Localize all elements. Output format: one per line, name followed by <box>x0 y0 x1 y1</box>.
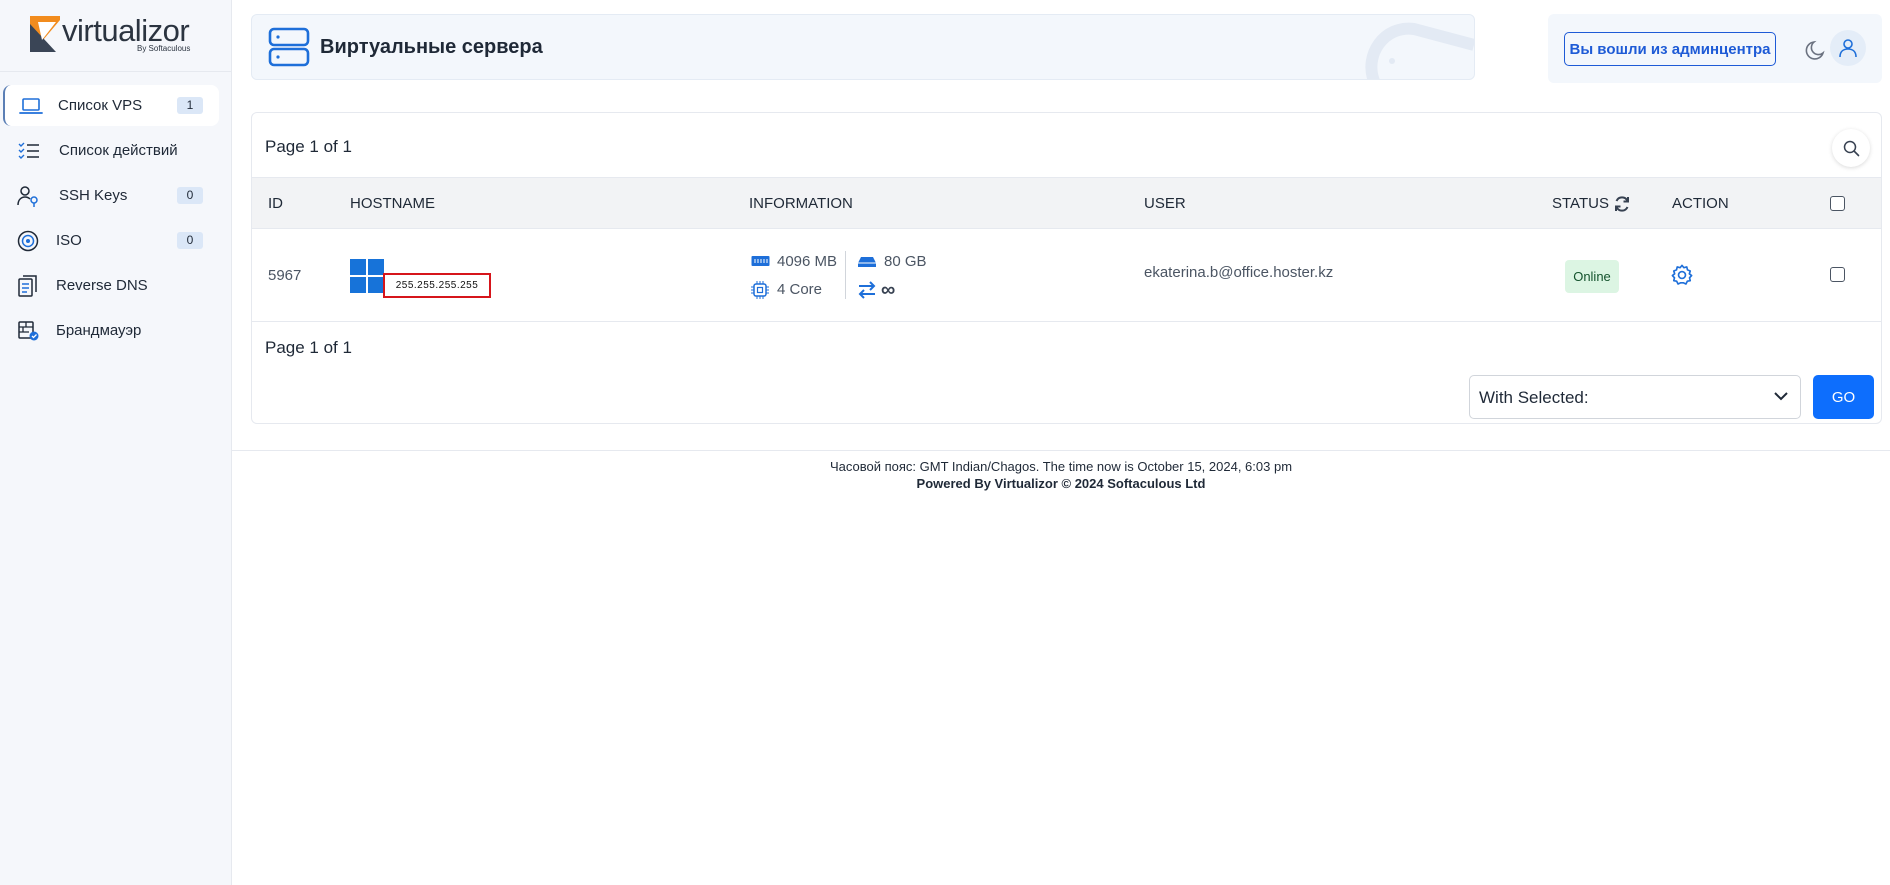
sidebar: virtualizor By Softaculous Список VPS 1 … <box>0 0 232 885</box>
laptop-icon <box>19 98 43 114</box>
virtualizor-logo-icon <box>30 16 60 52</box>
page-title: Виртуальные сервера <box>320 36 543 58</box>
checklist-icon <box>18 142 39 159</box>
refresh-icon[interactable] <box>1612 194 1632 214</box>
vps-disk: 80 GB <box>884 253 927 270</box>
disc-icon <box>17 230 39 252</box>
page-info-bottom: Page 1 of 1 <box>265 338 352 357</box>
with-selected-value: With Selected: <box>1479 388 1589 407</box>
vps-bandwidth: ∞ <box>881 279 896 301</box>
search-button[interactable] <box>1832 129 1870 167</box>
table-row: 5967 255.255.255.255 4096 MB 4 Core 80 G… <box>252 229 1881 322</box>
column-header-hostname: HOSTNAME <box>350 195 436 212</box>
avatar[interactable] <box>1830 30 1866 66</box>
sidebar-item-ssh-keys[interactable]: SSH Keys 0 <box>3 175 219 216</box>
user-icon <box>1839 39 1857 58</box>
firewall-icon <box>18 321 39 341</box>
chevron-down-icon <box>1774 392 1788 401</box>
column-header-action: ACTION <box>1672 195 1729 212</box>
sidebar-item-label: SSH Keys <box>59 187 128 204</box>
vps-user: ekaterina.b@office.hoster.kz <box>1144 264 1334 281</box>
footer-timezone: Часовой пояс: GMT Indian/Chagos. The tim… <box>829 459 1293 474</box>
dark-mode-moon-icon[interactable] <box>1804 38 1828 62</box>
ssh-keys-count-badge: 0 <box>177 187 203 204</box>
search-icon <box>1843 140 1860 157</box>
select-all-checkbox[interactable] <box>1830 196 1845 211</box>
copy-icon <box>18 275 37 297</box>
sidebar-item-label: Reverse DNS <box>56 277 148 294</box>
server-watermark-icon <box>1365 22 1474 79</box>
logo[interactable]: virtualizor By Softaculous <box>0 0 231 72</box>
gear-icon[interactable] <box>1671 264 1693 286</box>
server-icon <box>268 27 310 67</box>
sidebar-item-reverse-dns[interactable]: Reverse DNS <box>3 265 219 306</box>
vps-cpu: 4 Core <box>777 281 823 298</box>
admin-center-button[interactable]: Вы вошли из админцентра <box>1564 32 1776 66</box>
table-header: ID HOSTNAME INFORMATION USER STATUS ACTI… <box>252 177 1881 229</box>
column-header-user: USER <box>1144 195 1186 212</box>
vps-hostname-link[interactable]: 255.255.255.255 <box>383 273 491 298</box>
go-button[interactable]: GO <box>1813 375 1874 419</box>
sidebar-item-vps-list[interactable]: Список VPS 1 <box>3 85 219 126</box>
page-info: Page 1 of 1 <box>265 137 352 156</box>
vps-list-card: Page 1 of 1 ID HOSTNAME INFORMATION USER… <box>251 112 1882 424</box>
column-header-information: INFORMATION <box>749 195 853 212</box>
status-badge: Online <box>1565 260 1619 293</box>
footer-divider <box>232 450 1890 451</box>
footer-powered-by: Powered By Virtualizor © 2024 Softaculou… <box>916 476 1206 491</box>
sidebar-nav: Список VPS 1 Список действий SSH Keys 0 <box>0 72 231 351</box>
sidebar-item-task-list[interactable]: Список действий <box>3 130 219 171</box>
sidebar-item-label: ISO <box>56 232 82 249</box>
brand-sub: By Softaculous <box>137 44 191 53</box>
info-divider <box>845 251 846 299</box>
sidebar-item-firewall[interactable]: Брандмауэр <box>3 310 219 351</box>
sidebar-item-label: Список действий <box>59 142 178 159</box>
vps-count-badge: 1 <box>177 97 203 114</box>
bandwidth-icon <box>858 281 876 299</box>
vps-id: 5967 <box>268 267 302 284</box>
user-key-icon <box>17 186 38 207</box>
vps-ram: 4096 MB <box>777 253 838 270</box>
column-header-id: ID <box>268 195 283 212</box>
top-right-panel: Вы вошли из админцентра <box>1548 14 1882 83</box>
with-selected-dropdown[interactable]: With Selected: <box>1469 375 1801 419</box>
disk-icon <box>858 257 876 267</box>
windows-icon <box>350 259 384 293</box>
sidebar-item-label: Список VPS <box>58 97 143 114</box>
iso-count-badge: 0 <box>177 232 203 249</box>
page-header: Виртуальные сервера <box>251 14 1475 80</box>
sidebar-item-iso[interactable]: ISO 0 <box>3 220 219 261</box>
column-header-status: STATUS <box>1552 195 1609 212</box>
cpu-icon <box>751 281 769 299</box>
ram-icon <box>751 256 770 266</box>
row-checkbox[interactable] <box>1830 267 1845 282</box>
sidebar-item-label: Брандмауэр <box>56 322 142 339</box>
